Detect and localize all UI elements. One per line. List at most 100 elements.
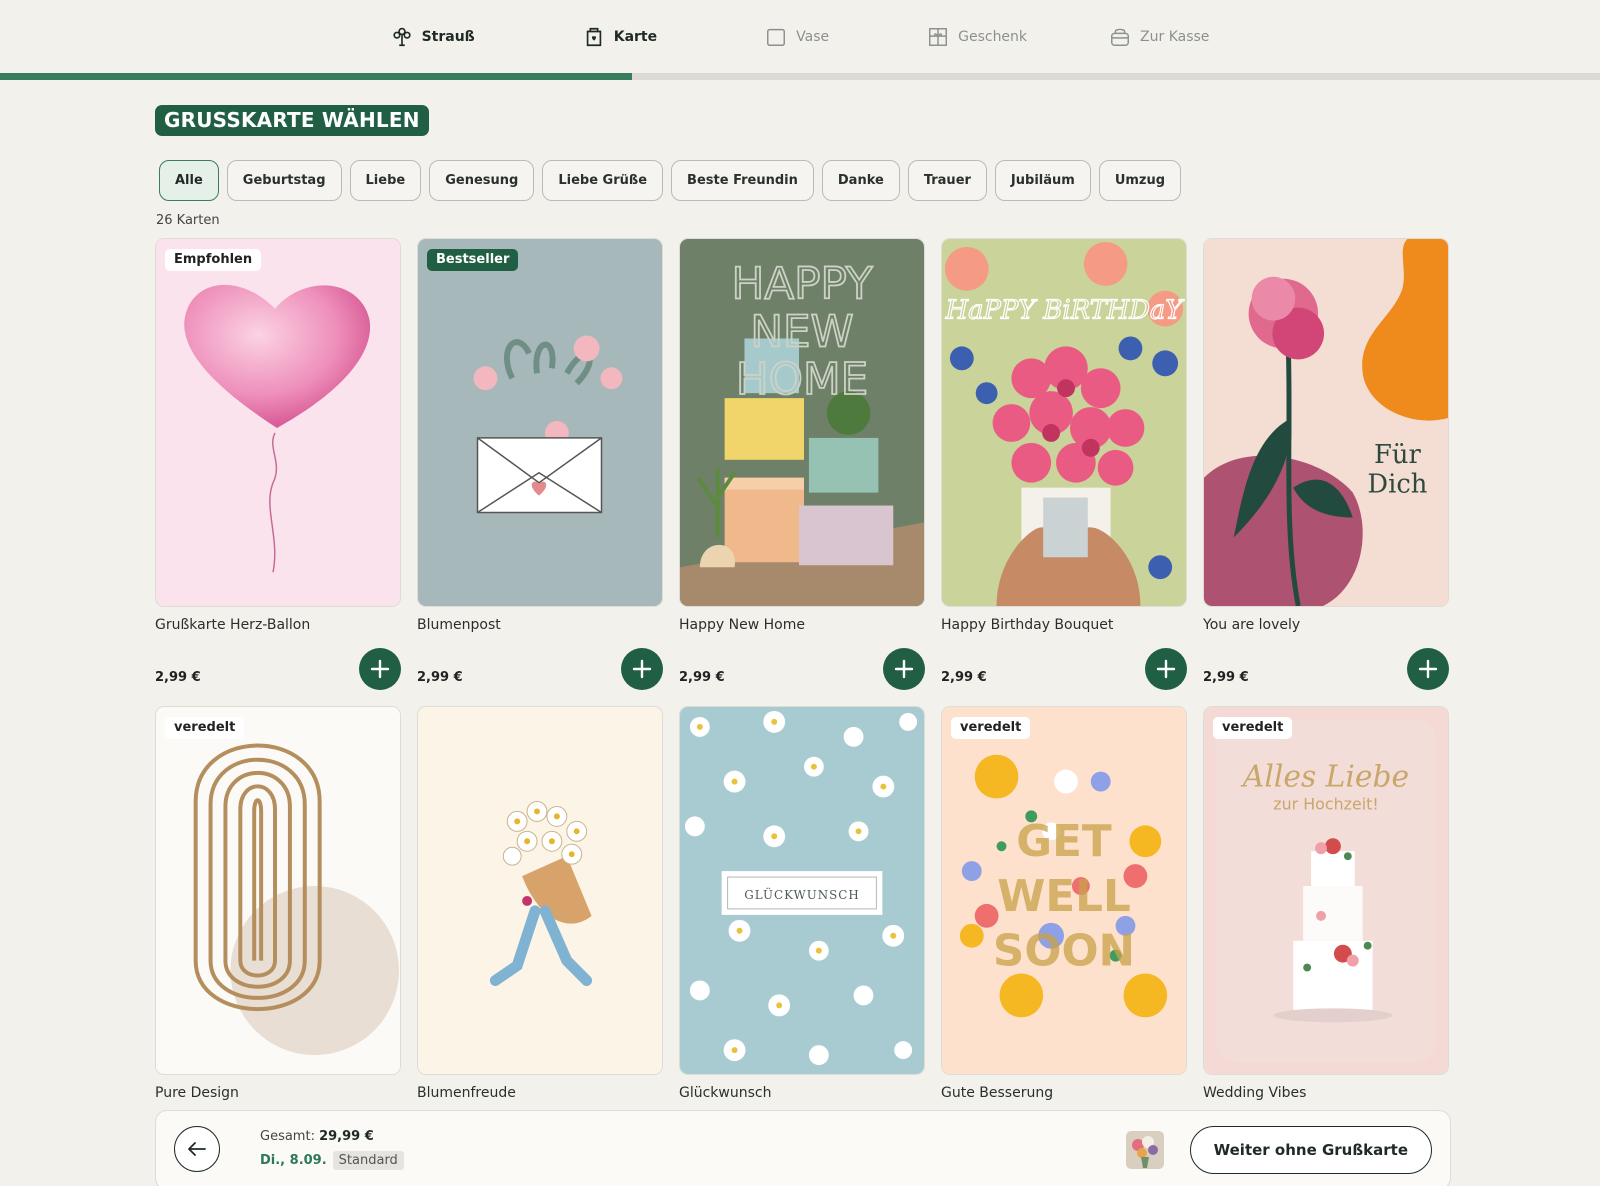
filter-geburtstag[interactable]: Geburtstag <box>226 160 342 201</box>
card-price: 2,99 € <box>417 670 463 685</box>
summary-bar: Gesamt: 29,99 € Di., 8.09. Standard Weit… <box>155 1110 1451 1186</box>
filter-genesung[interactable]: Genesung <box>429 160 535 201</box>
card-image[interactable]: Alles Liebe zur Hochzeit! veredelt <box>1203 706 1449 1075</box>
card-tile[interactable]: veredelt Pure Design <box>155 706 401 1106</box>
delivery-date: Di., 8.09. <box>260 1153 327 1168</box>
step-geschenk[interactable]: Geschenk <box>927 26 1027 48</box>
svg-text:WELL: WELL <box>997 871 1131 922</box>
svg-text:GET: GET <box>1016 816 1112 867</box>
card-badge: Empfohlen <box>165 249 262 271</box>
bouquet-thumbnail <box>1126 1131 1164 1169</box>
step-label: Karte <box>613 28 658 45</box>
step-zur-kasse[interactable]: Zur Kasse <box>1109 26 1209 48</box>
filter-beste-freundin[interactable]: Beste Freundin <box>671 160 814 201</box>
card-tile[interactable]: HaPPY BiRTHDaY Happy Birthday Bouquet 2,… <box>941 238 1187 706</box>
plus-icon <box>632 659 652 679</box>
category-filters: Alle Geburtstag Liebe Genesung Liebe Grü… <box>159 160 1182 201</box>
svg-text:Alles Liebe: Alles Liebe <box>1240 760 1409 795</box>
card-image[interactable]: HaPPY BiRTHDaY <box>941 238 1187 607</box>
card-image[interactable]: Empfohlen <box>155 238 401 607</box>
filter-umzug[interactable]: Umzug <box>1098 160 1182 201</box>
card-name: Happy New Home <box>679 617 805 633</box>
plus-icon <box>894 659 914 679</box>
card-tile[interactable]: Empfohlen Grußkarte Herz-Ballon 2,99 € <box>155 238 401 706</box>
add-card-button[interactable] <box>883 648 925 690</box>
card-badge: Bestseller <box>427 249 519 271</box>
svg-text:HaPPY BiRTHDaY: HaPPY BiRTHDaY <box>945 296 1186 326</box>
filter-liebe-gruesse[interactable]: Liebe Grüße <box>542 160 664 201</box>
checkout-stepper: Strauß Karte Vase Geschenk Zur Kasse <box>0 0 1600 73</box>
step-label: Zur Kasse <box>1140 28 1210 45</box>
card-price: 2,99 € <box>1203 670 1249 685</box>
card-name: Blumenfreude <box>417 1085 516 1101</box>
card-grid-row-2: veredelt Pure Design Blumenfreude GLÜCKW… <box>155 706 1451 1106</box>
order-total: Gesamt: 29,99 € <box>260 1129 374 1144</box>
card-tile[interactable]: GLÜCKWUNSCH Glückwunsch <box>679 706 925 1106</box>
card-name: Blumenpost <box>417 617 501 633</box>
step-strauss[interactable]: Strauß <box>391 26 475 48</box>
filter-danke[interactable]: Danke <box>821 160 900 201</box>
progress-fill <box>0 73 632 80</box>
filter-trauer[interactable]: Trauer <box>907 160 987 201</box>
svg-text:HOME: HOME <box>736 354 868 405</box>
plus-icon <box>1156 659 1176 679</box>
card-tile[interactable]: Bestseller Blumenpost 2,99 € <box>417 238 663 706</box>
svg-text:Dich: Dich <box>1367 470 1427 500</box>
back-button[interactable] <box>174 1126 220 1172</box>
svg-text:GLÜCKWUNSCH: GLÜCKWUNSCH <box>744 888 859 902</box>
card-count: 26 Karten <box>156 213 220 228</box>
card-badge: veredelt <box>951 717 1031 739</box>
svg-text:Für: Für <box>1374 440 1421 470</box>
card-icon <box>586 27 601 46</box>
svg-text:HAPPY: HAPPY <box>732 259 873 310</box>
delivery-type: Standard <box>332 1151 404 1170</box>
card-tile[interactable]: Für Dich You are lovely 2,99 € <box>1203 238 1449 706</box>
card-name: Wedding Vibes <box>1203 1085 1307 1101</box>
card-tile[interactable]: GET WELL SOON veredelt Gute Besserung <box>941 706 1187 1106</box>
total-value: 29,99 € <box>319 1129 374 1144</box>
card-name: Gute Besserung <box>941 1085 1054 1101</box>
vase-icon <box>767 28 786 46</box>
card-image[interactable]: Bestseller <box>417 238 663 607</box>
card-price: 2,99 € <box>941 670 987 685</box>
arrow-left-icon <box>188 1142 206 1156</box>
card-image[interactable]: HAPPY NEW HOME <box>679 238 925 607</box>
card-name: Pure Design <box>155 1085 239 1101</box>
card-name: Happy Birthday Bouquet <box>941 617 1114 633</box>
plus-icon <box>370 659 390 679</box>
card-tile[interactable]: Blumenfreude <box>417 706 663 1106</box>
filter-jubilaeum[interactable]: Jubiläum <box>994 160 1091 201</box>
step-label: Geschenk <box>958 28 1028 45</box>
svg-text:SOON: SOON <box>993 926 1135 977</box>
card-tile[interactable]: Alles Liebe zur Hochzeit! veredelt Weddi… <box>1203 706 1449 1106</box>
card-name: You are lovely <box>1203 617 1301 633</box>
bag-icon <box>1111 28 1130 46</box>
card-grid: Empfohlen Grußkarte Herz-Ballon 2,99 € B… <box>155 238 1451 706</box>
card-name: Glückwunsch <box>679 1085 772 1101</box>
filter-liebe[interactable]: Liebe <box>349 160 422 201</box>
card-badge: veredelt <box>1213 717 1293 739</box>
card-image[interactable] <box>417 706 663 1075</box>
step-karte[interactable]: Karte <box>583 26 657 48</box>
skip-card-button[interactable]: Weiter ohne Grußkarte <box>1189 1126 1432 1174</box>
card-image[interactable]: GET WELL SOON veredelt <box>941 706 1187 1075</box>
filter-alle[interactable]: Alle <box>159 160 219 201</box>
card-image[interactable]: veredelt <box>155 706 401 1075</box>
gift-icon <box>929 27 948 46</box>
card-image[interactable]: Für Dich <box>1203 238 1449 607</box>
progress-bar <box>0 73 1600 80</box>
card-image[interactable]: GLÜCKWUNSCH <box>679 706 925 1075</box>
delivery-info: Di., 8.09. Standard <box>260 1151 404 1170</box>
step-label: Strauß <box>421 28 475 45</box>
add-card-button[interactable] <box>621 648 663 690</box>
add-card-button[interactable] <box>359 648 401 690</box>
add-card-button[interactable] <box>1145 648 1187 690</box>
card-badge: veredelt <box>165 717 245 739</box>
svg-text:zur Hochzeit!: zur Hochzeit! <box>1273 794 1378 813</box>
add-card-button[interactable] <box>1407 648 1449 690</box>
total-label: Gesamt: <box>260 1129 315 1144</box>
svg-text:NEW: NEW <box>750 306 853 357</box>
plus-icon <box>1418 659 1438 679</box>
card-tile[interactable]: HAPPY NEW HOME Happy New Home 2,99 € <box>679 238 925 706</box>
step-vase[interactable]: Vase <box>765 26 829 48</box>
